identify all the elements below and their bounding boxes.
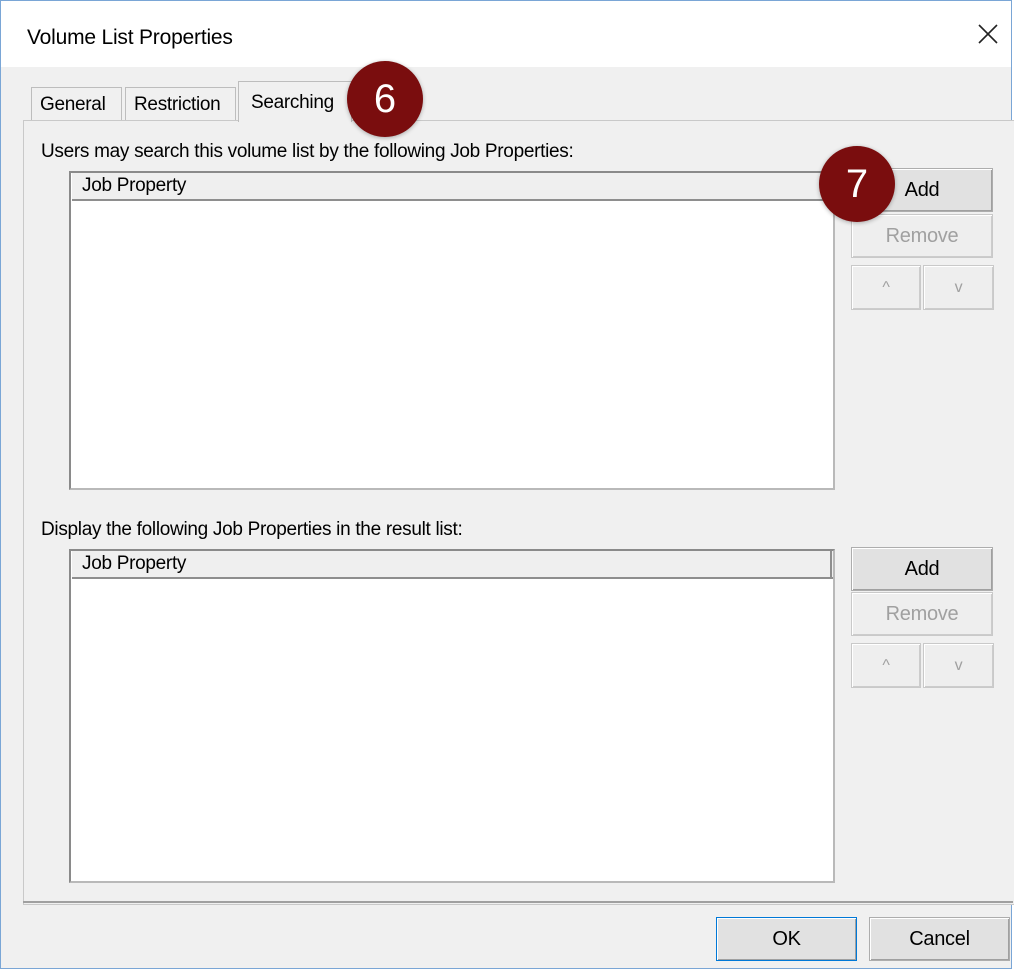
close-icon: [978, 24, 998, 44]
tab-general-label: General: [40, 94, 106, 115]
tab-restriction-label: Restriction: [134, 94, 221, 115]
cancel-label: Cancel: [909, 927, 970, 950]
display-properties-list[interactable]: Job Property: [69, 549, 835, 883]
job-property-column-header[interactable]: Job Property: [71, 551, 832, 579]
window-title: Volume List Properties: [27, 26, 233, 49]
dialog-window: Volume List Properties General Restricti…: [0, 0, 1014, 969]
panel-divider: [23, 901, 1013, 903]
callout-number: 7: [845, 161, 869, 206]
close-button[interactable]: [971, 17, 1005, 51]
search-move-down-button[interactable]: v: [923, 265, 994, 310]
tab-restriction[interactable]: Restriction: [125, 87, 236, 121]
display-move-down-button[interactable]: v: [923, 643, 994, 688]
tab-searching[interactable]: Searching: [238, 81, 352, 122]
search-add-label: Add: [904, 178, 940, 201]
display-move-up-button[interactable]: ^: [851, 643, 921, 688]
chevron-down-icon: v: [954, 278, 963, 296]
callout-number: 6: [373, 76, 397, 121]
callout-badge-7: 7: [819, 146, 895, 222]
display-add-button[interactable]: Add: [851, 547, 993, 591]
chevron-up-icon: ^: [882, 278, 890, 296]
tab-general[interactable]: General: [31, 87, 122, 121]
search-move-up-button[interactable]: ^: [851, 265, 921, 310]
job-property-column-header[interactable]: Job Property: [71, 173, 832, 201]
search-section-label: Users may search this volume list by the…: [41, 141, 574, 162]
list-header: Job Property: [71, 173, 833, 201]
search-remove-button[interactable]: Remove: [851, 214, 993, 258]
chevron-up-icon: ^: [882, 656, 890, 674]
display-remove-label: Remove: [885, 602, 959, 625]
ok-button[interactable]: OK: [716, 917, 857, 961]
display-add-label: Add: [904, 557, 940, 580]
display-remove-button[interactable]: Remove: [851, 592, 993, 636]
ok-label: OK: [772, 927, 801, 950]
cancel-button[interactable]: Cancel: [869, 917, 1010, 961]
search-remove-label: Remove: [885, 224, 959, 247]
display-section-label: Display the following Job Properties in …: [41, 519, 463, 540]
title-bar: Volume List Properties: [1, 1, 1011, 67]
tab-searching-label: Searching: [251, 92, 334, 113]
search-properties-list[interactable]: Job Property: [69, 171, 835, 490]
callout-badge-6: 6: [347, 61, 423, 137]
chevron-down-icon: v: [954, 656, 963, 674]
list-header: Job Property: [71, 551, 833, 579]
